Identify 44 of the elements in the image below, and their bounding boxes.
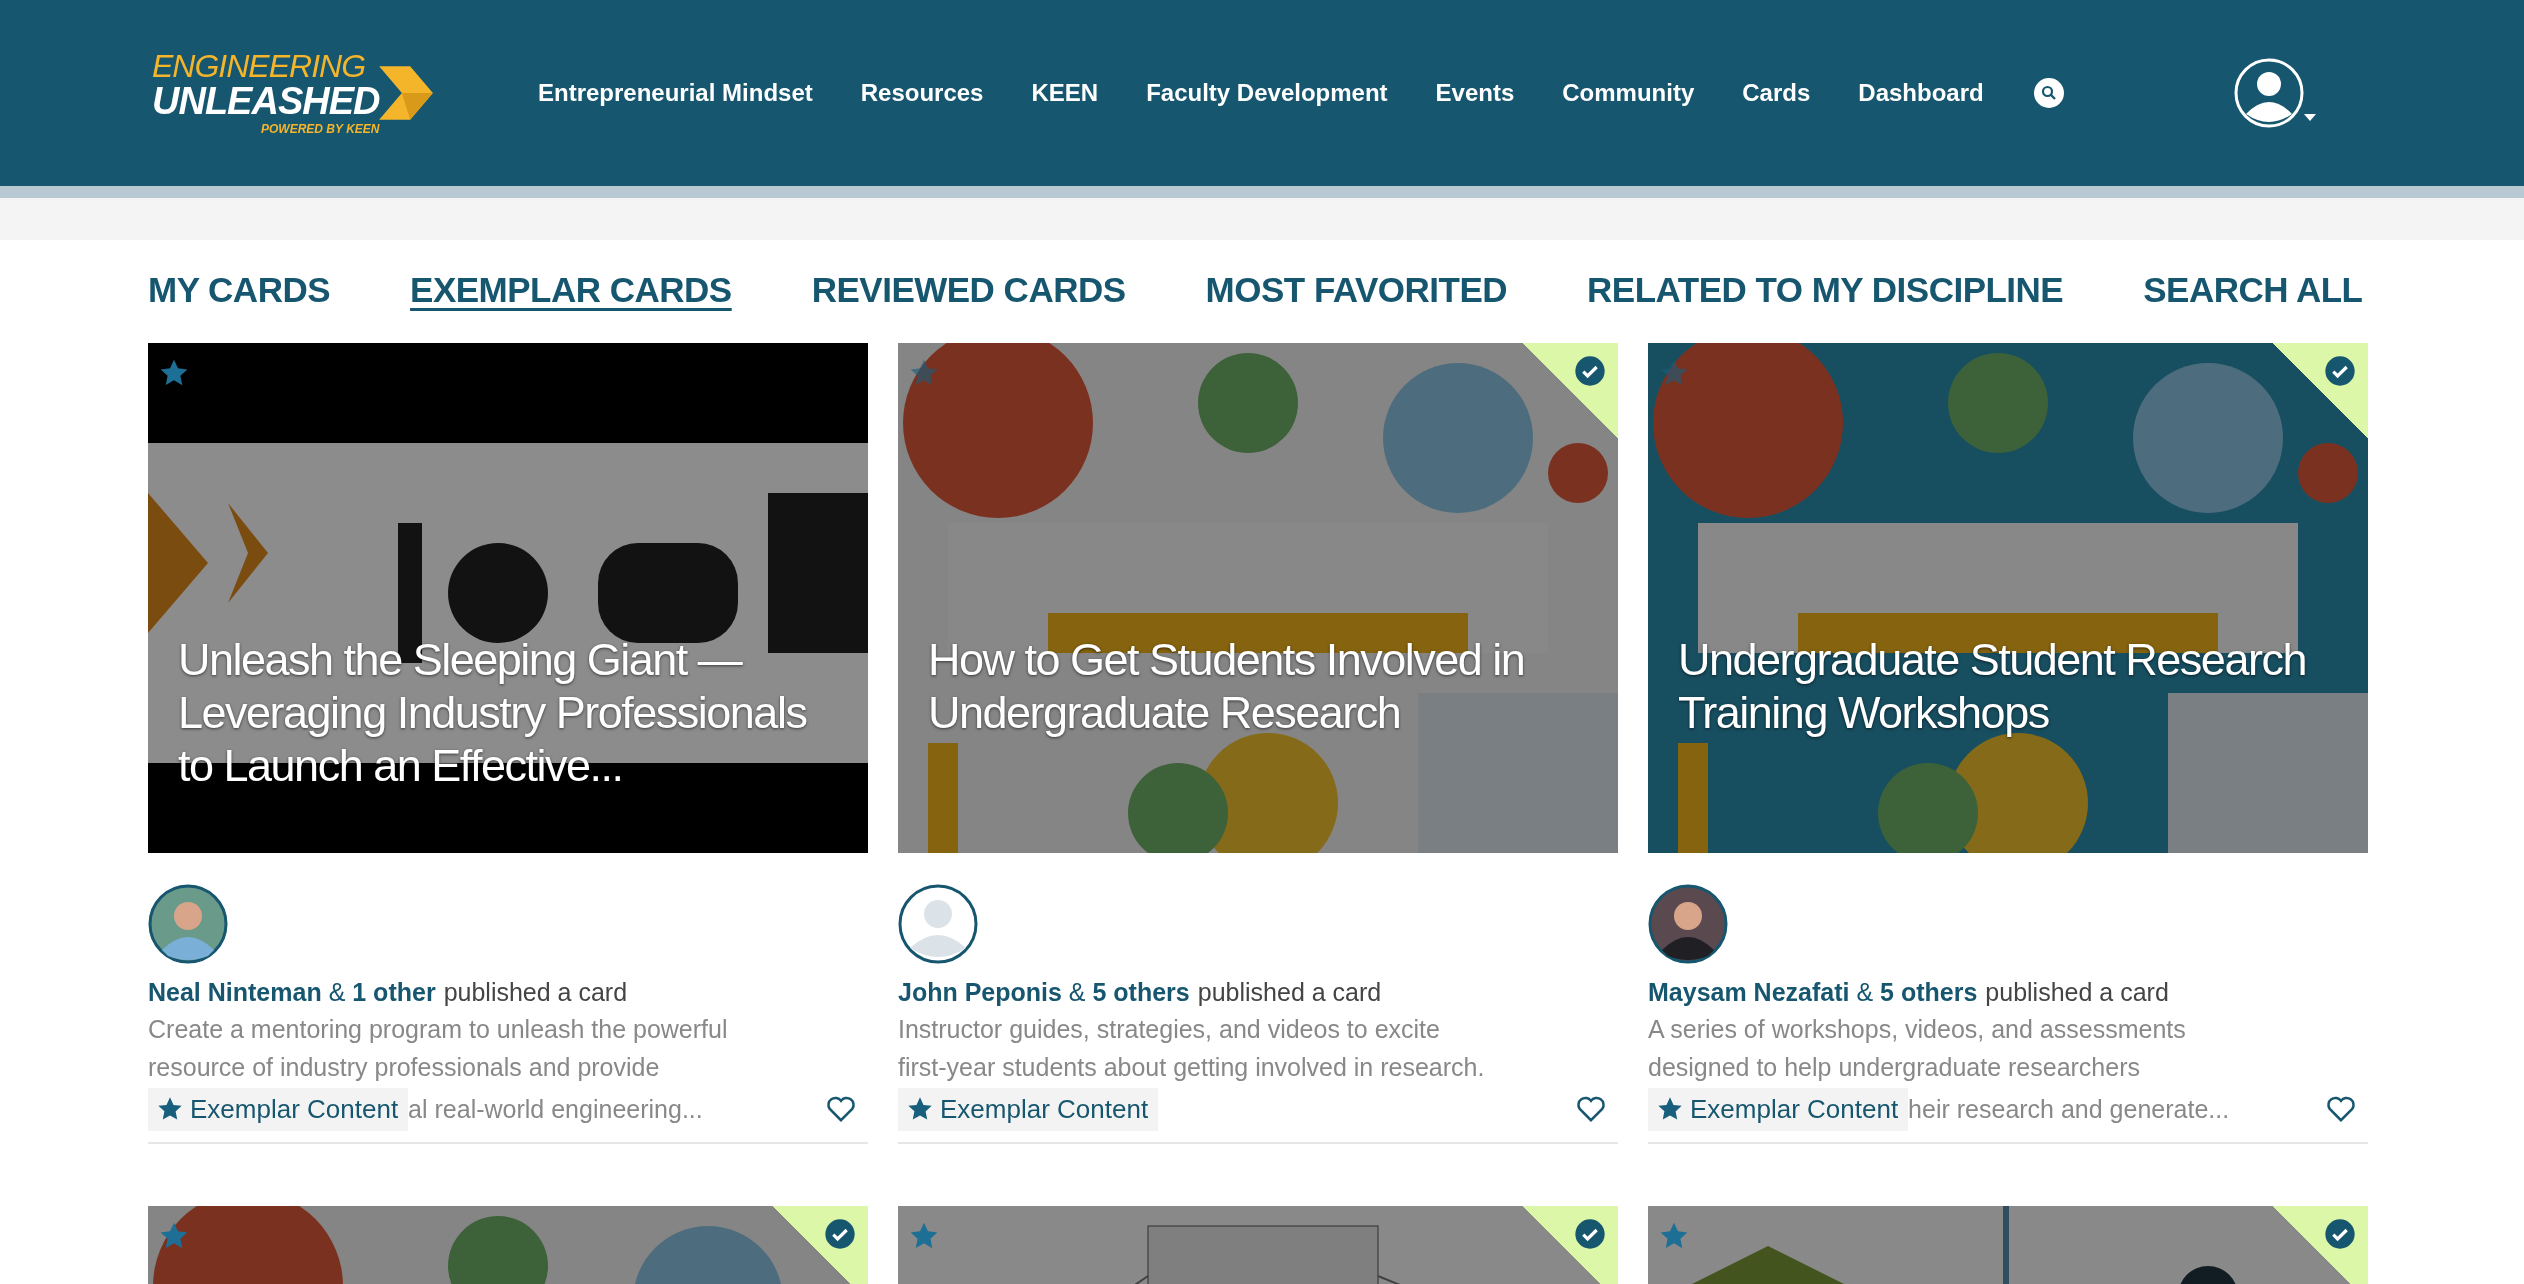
avatar[interactable] xyxy=(1648,884,1728,964)
nav-link[interactable]: KEEN xyxy=(1031,79,1099,107)
nav-link[interactable]: Community xyxy=(1562,79,1695,107)
tab[interactable]: EXEMPLAR CARDS xyxy=(410,270,732,310)
tab[interactable]: MOST FAVORITED xyxy=(1205,270,1508,310)
search-icon[interactable] xyxy=(2033,78,2064,108)
check-icon xyxy=(2324,355,2356,387)
card-description: first-year students about getting involved in research. xyxy=(898,1052,1486,1083)
nav-link[interactable]: Resources xyxy=(860,79,984,107)
check-icon xyxy=(1574,1218,1606,1250)
tab[interactable]: REVIEWED CARDS xyxy=(811,270,1126,310)
tab[interactable]: MY CARDS xyxy=(148,270,331,310)
card-description: Create a mentoring program to unleash the powerful xyxy=(148,1014,729,1045)
caret-icon[interactable] xyxy=(2303,114,2316,122)
heart-icon[interactable] xyxy=(2326,1095,2356,1123)
nav-link[interactable]: Dashboard xyxy=(1858,79,1984,107)
exemplar-badge: Exemplar Content xyxy=(148,1087,409,1131)
card-description: designed to help undergraduate researchers xyxy=(1648,1052,2141,1083)
avatar[interactable] xyxy=(898,884,978,964)
check-icon xyxy=(2324,1218,2356,1250)
nav-link[interactable]: Events xyxy=(1435,79,1515,107)
logo[interactable]: ENGINEERING UNLEASHED POWERED BY KEEN xyxy=(152,50,482,136)
card-description: Instructor guides, strategies, and videos to excite xyxy=(898,1014,1441,1045)
heart-icon[interactable] xyxy=(826,1095,856,1123)
nav-link[interactable]: Cards xyxy=(1742,79,1811,107)
heart-icon[interactable] xyxy=(1576,1095,1606,1123)
author-line: Maysam Nezafati & 5 others published a card xyxy=(1648,977,2170,1008)
check-icon xyxy=(824,1218,856,1250)
card-description: heir research and generate... xyxy=(1908,1094,2231,1124)
author-line: Neal Ninteman & 1 other published a card xyxy=(148,977,629,1008)
nav-link[interactable]: Entrepreneurial Mindset xyxy=(538,79,813,107)
tab[interactable]: SEARCH ALL xyxy=(2143,270,2363,310)
nav-link[interactable]: Faculty Development xyxy=(1146,79,1388,107)
avatar-icon[interactable] xyxy=(2233,58,2304,128)
card-description: resource of industry professionals and provide xyxy=(148,1052,661,1083)
check-icon xyxy=(1574,355,1606,387)
card-title[interactable]: Undergraduate Student Research Training Workshops xyxy=(1678,633,2348,739)
exemplar-badge: Exemplar Content xyxy=(898,1087,1159,1131)
exemplar-badge: Exemplar Content xyxy=(1648,1087,1909,1131)
card-description: al real-world engineering... xyxy=(408,1094,704,1124)
author-line: John Peponis & 5 others published a card xyxy=(898,977,1383,1008)
avatar[interactable] xyxy=(148,884,228,964)
card-description: A series of workshops, videos, and assessments xyxy=(1648,1014,2187,1045)
tab[interactable]: RELATED TO MY DISCIPLINE xyxy=(1587,270,2064,310)
